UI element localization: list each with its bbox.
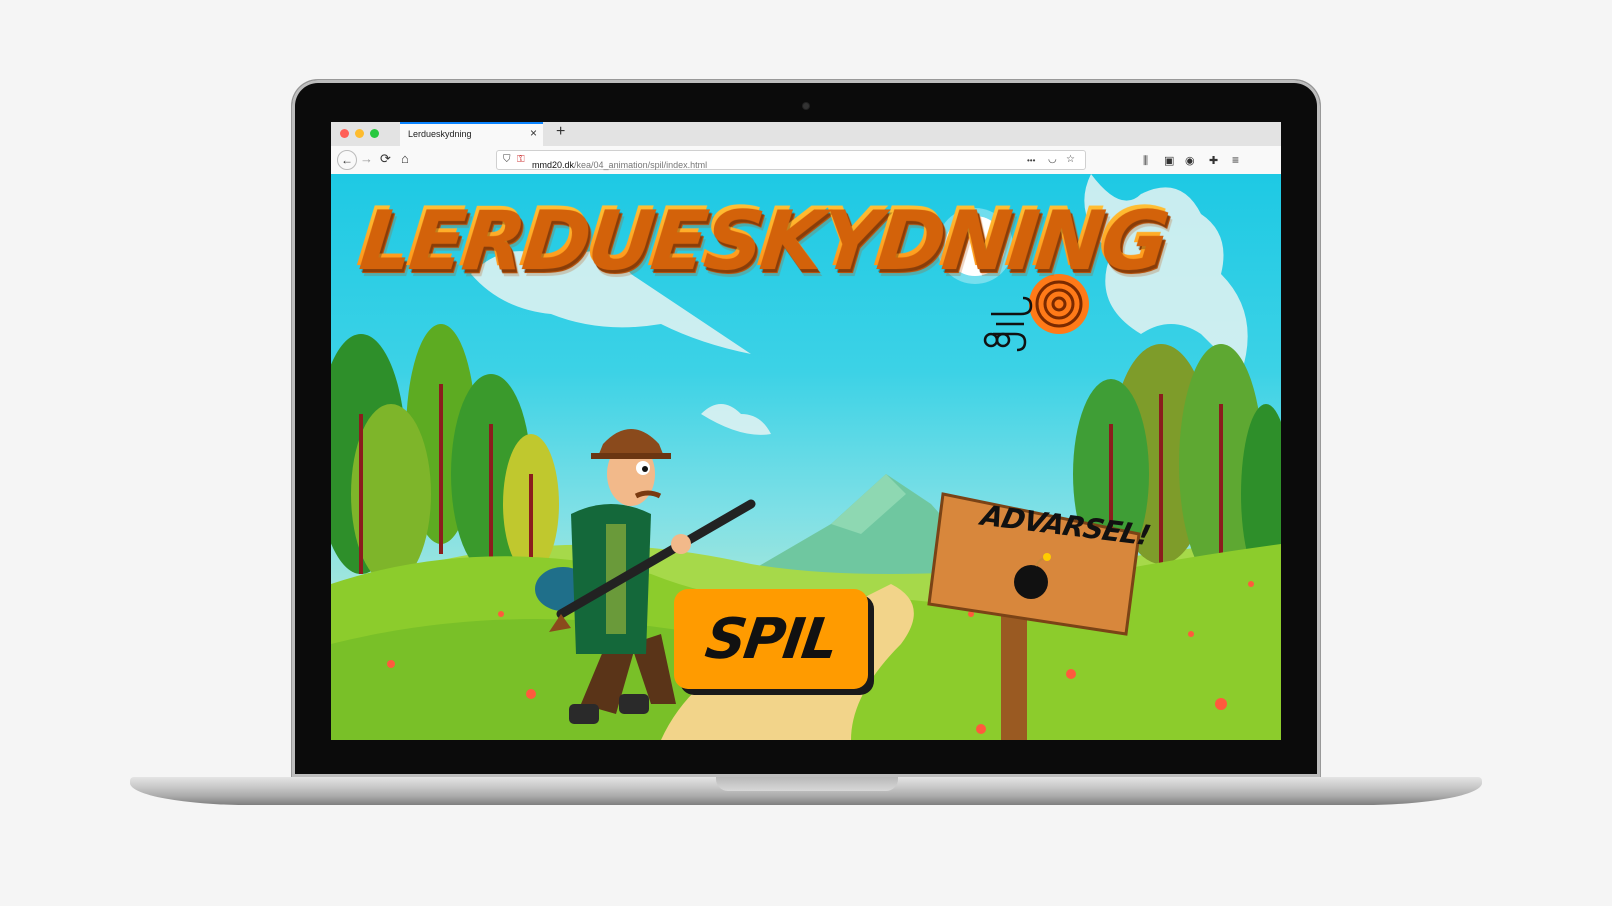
navigation-bar: ← → ⟳ ⌂ ⛉ ⚿ mmd20.dk/kea/04_animation/sp… [331,146,1281,175]
game-title: LERDUESKYDNING [353,190,1169,285]
game-canvas[interactable]: LERDUESKYDNING ADVARSEL! SPIL [331,174,1281,740]
laptop-notch [716,777,898,791]
clay-pigeon [983,274,1089,352]
left-trees [331,324,559,584]
library-icon[interactable]: ⫼ [1143,153,1148,169]
bookmark-star-icon[interactable]: ☆ [1066,154,1075,165]
tab-title: Lerdueskydning [408,129,472,139]
close-window-dot[interactable] [340,129,349,138]
app-menu-icon[interactable]: ≡ [1232,152,1239,168]
pocket-icon[interactable]: ◡ [1048,154,1057,165]
reload-icon[interactable]: ⟳ [380,151,391,167]
tab-close-icon[interactable]: × [530,126,537,140]
home-icon[interactable]: ⌂ [401,151,409,167]
shield-icon[interactable]: ⛉ [503,154,511,165]
tab-bar: Lerdueskydning × + [331,122,1281,147]
insecure-lock-icon[interactable]: ⚿ [517,154,525,165]
play-button[interactable]: SPIL [674,589,868,689]
screen: Lerdueskydning × + ← → ⟳ ⌂ ⛉ ⚿ mmd20.dk/… [331,122,1281,740]
url-bar[interactable]: ⛉ ⚿ mmd20.dk/kea/04_animation/spil/index… [496,150,1086,170]
zoom-window-dot[interactable] [370,129,379,138]
webcam [803,103,809,109]
forward-icon[interactable]: → [360,151,373,167]
url-path: /kea/04_animation/spil/index.html [574,160,708,170]
page-actions-icon[interactable]: ••• [1027,156,1035,165]
minimize-window-dot[interactable] [355,129,364,138]
url-host: mmd20.dk [532,160,575,170]
account-icon[interactable]: ◉ [1185,153,1195,169]
new-tab-icon[interactable]: + [556,123,565,141]
back-icon[interactable]: ← [337,150,357,170]
play-button-label: SPIL [701,607,841,672]
extension-icon[interactable]: ✚ [1209,153,1218,169]
browser-tab[interactable]: Lerdueskydning × [400,122,543,146]
sidebar-icon[interactable]: ▣ [1164,153,1174,169]
